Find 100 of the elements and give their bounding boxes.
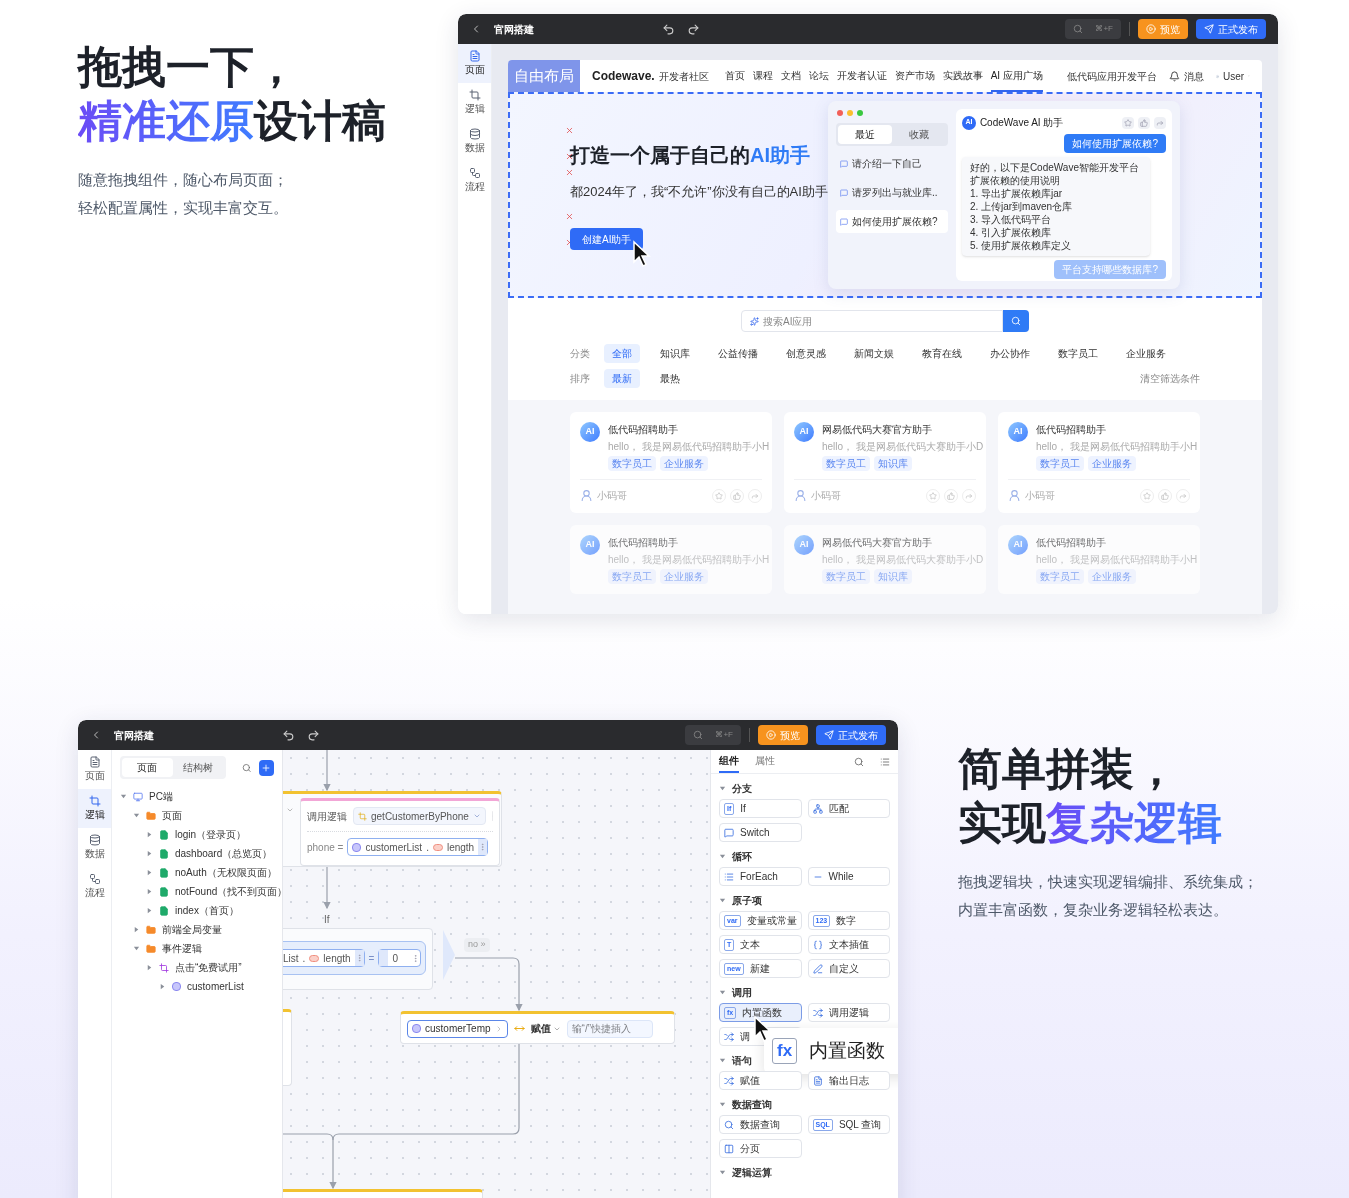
caret-icon[interactable] xyxy=(146,869,153,876)
caret-icon[interactable] xyxy=(120,793,127,800)
tree-item[interactable]: PC端 xyxy=(112,787,282,806)
chat-tab[interactable]: 收藏 xyxy=(891,125,946,144)
share-button[interactable] xyxy=(1154,116,1166,129)
chat-tab[interactable]: 最近 xyxy=(837,125,892,144)
tree-item[interactable]: dashboard（总览页） xyxy=(112,844,282,863)
tree-item[interactable]: 前端全局变量 xyxy=(112,920,282,939)
tree-item[interactable]: notFound（找不到页面） xyxy=(112,882,282,901)
clear-filters-link[interactable]: 清空筛选条件 xyxy=(1140,371,1200,386)
dropdown-icon[interactable] xyxy=(286,806,294,814)
bell-icon[interactable] xyxy=(1168,70,1180,82)
panel-tab[interactable]: 结构树 xyxy=(172,758,224,777)
search-icon[interactable] xyxy=(241,762,251,773)
component-item[interactable]: ForEach xyxy=(719,867,802,886)
caret-icon[interactable] xyxy=(719,1169,726,1176)
if-block[interactable]: List . length = 0 xyxy=(283,928,433,990)
caret-icon[interactable] xyxy=(719,785,726,792)
expression-field[interactable]: customerList . length xyxy=(347,838,489,856)
sidebar-tab[interactable]: 逻辑 xyxy=(458,83,491,122)
nav-link[interactable]: 低代码应用开发平台 xyxy=(1066,68,1157,84)
caret-icon[interactable] xyxy=(146,964,153,971)
target-field[interactable]: customerTemp xyxy=(407,1019,508,1038)
filter-option[interactable]: 办公协作 xyxy=(982,344,1038,363)
tree-item[interactable]: login（登录页） xyxy=(112,825,282,844)
user-name[interactable]: User xyxy=(1222,68,1245,84)
nav-link[interactable]: 开发者认证 xyxy=(836,60,887,92)
component-item[interactable]: 分页 xyxy=(719,1139,802,1158)
nav-link[interactable]: 资产市场 xyxy=(894,60,935,92)
messages-label[interactable]: 消息 xyxy=(1183,68,1204,84)
value-field[interactable]: 0 xyxy=(378,949,421,967)
sidebar-tab[interactable]: 流程 xyxy=(78,867,111,906)
component-item[interactable]: While xyxy=(807,867,890,886)
filter-option[interactable]: 创意灵感 xyxy=(778,344,834,363)
tree-item[interactable]: noAuth（无权限页面） xyxy=(112,863,282,882)
caret-icon[interactable] xyxy=(133,945,140,952)
component-item[interactable]: 匹配 xyxy=(807,799,890,818)
panel-tab[interactable]: 组件 xyxy=(719,750,739,773)
caret-icon[interactable] xyxy=(146,888,153,895)
caret-icon[interactable] xyxy=(719,897,726,904)
caret-icon[interactable] xyxy=(719,853,726,860)
filter-option[interactable]: 最热 xyxy=(652,369,688,388)
component-item[interactable]: 输出日志 xyxy=(807,1071,890,1090)
filter-option[interactable]: 教育在线 xyxy=(914,344,970,363)
nav-link[interactable]: 课程 xyxy=(752,60,773,92)
search-input[interactable]: 搜索AI应用 xyxy=(763,313,994,329)
panel-tab[interactable]: 属性 xyxy=(755,750,775,773)
redo-button[interactable] xyxy=(307,728,320,742)
caret-icon[interactable] xyxy=(159,983,166,990)
sidebar-tab[interactable]: 页面 xyxy=(78,750,111,789)
panel-tab[interactable]: 页面 xyxy=(122,758,173,777)
sidebar-tab[interactable]: 数据 xyxy=(78,828,111,867)
publish-button[interactable]: 正式发布 xyxy=(816,725,886,745)
selected-section[interactable] xyxy=(508,92,1262,298)
conversation-item[interactable]: 请介绍一下自己 xyxy=(835,152,948,175)
more-icon[interactable] xyxy=(354,950,364,966)
caret-icon[interactable] xyxy=(133,812,140,819)
tree-item[interactable]: 页面 xyxy=(112,806,282,825)
filter-option[interactable]: 最新 xyxy=(604,369,640,388)
caret-icon[interactable] xyxy=(719,1057,726,1064)
filter-option[interactable]: 公益传播 xyxy=(710,344,766,363)
add-button[interactable] xyxy=(258,759,274,776)
caret-icon[interactable] xyxy=(719,989,726,996)
assign-label[interactable]: 赋值 xyxy=(530,1021,551,1036)
like-button[interactable] xyxy=(1138,116,1150,129)
collapse-panel-icon[interactable] xyxy=(880,756,890,767)
publish-button[interactable]: 正式发布 xyxy=(1196,19,1266,39)
filter-option[interactable]: 企业服务 xyxy=(1118,344,1174,363)
quick-insert-input[interactable]: 输“/”快捷插入 xyxy=(566,1019,653,1038)
sidebar-tab[interactable]: 逻辑 xyxy=(78,789,111,828)
caret-icon[interactable] xyxy=(146,831,153,838)
caret-icon[interactable] xyxy=(146,850,153,857)
filter-option[interactable]: 新闻文娱 xyxy=(846,344,902,363)
create-assistant-button[interactable]: 创建AI助手 xyxy=(570,228,644,250)
conversation-item[interactable]: 请罗列出与就业库.. xyxy=(835,181,948,204)
tree-item[interactable]: index（首页） xyxy=(112,901,282,920)
search-field[interactable]: 搜索AI应用 xyxy=(741,310,1003,332)
caret-icon[interactable] xyxy=(719,1101,726,1108)
tree-item[interactable]: 事件逻辑 xyxy=(112,939,282,958)
filter-option[interactable]: 全部 xyxy=(604,344,640,363)
sidebar-tab[interactable]: 流程 xyxy=(458,161,491,200)
redo-button[interactable] xyxy=(687,22,700,36)
expression-field[interactable]: List . length xyxy=(283,949,365,967)
component-item[interactable]: 数据查询 xyxy=(719,1115,802,1134)
caret-icon[interactable] xyxy=(146,907,153,914)
conversation-item[interactable]: 如何使用扩展依赖? xyxy=(835,210,948,233)
component-item[interactable]: 赋值 xyxy=(719,1071,802,1090)
nav-link[interactable]: 首页 xyxy=(724,60,745,92)
caret-icon[interactable] xyxy=(133,926,140,933)
nav-link[interactable]: 论坛 xyxy=(808,60,829,92)
tree-item[interactable]: 点击“免费试用” xyxy=(112,958,282,977)
nav-link[interactable]: 文档 xyxy=(780,60,801,92)
search-button[interactable] xyxy=(1003,310,1029,332)
filter-option[interactable]: 数字员工 xyxy=(1050,344,1106,363)
more-icon[interactable] xyxy=(411,953,420,963)
sidebar-tab[interactable]: 页面 xyxy=(458,44,491,83)
assign-block[interactable]: customerTemp 赋值 输“/”快捷插入 xyxy=(400,1011,675,1044)
logic-select[interactable]: getCustomerByPhone xyxy=(353,807,486,825)
undo-button[interactable] xyxy=(282,728,295,742)
search-icon[interactable] xyxy=(854,756,864,767)
